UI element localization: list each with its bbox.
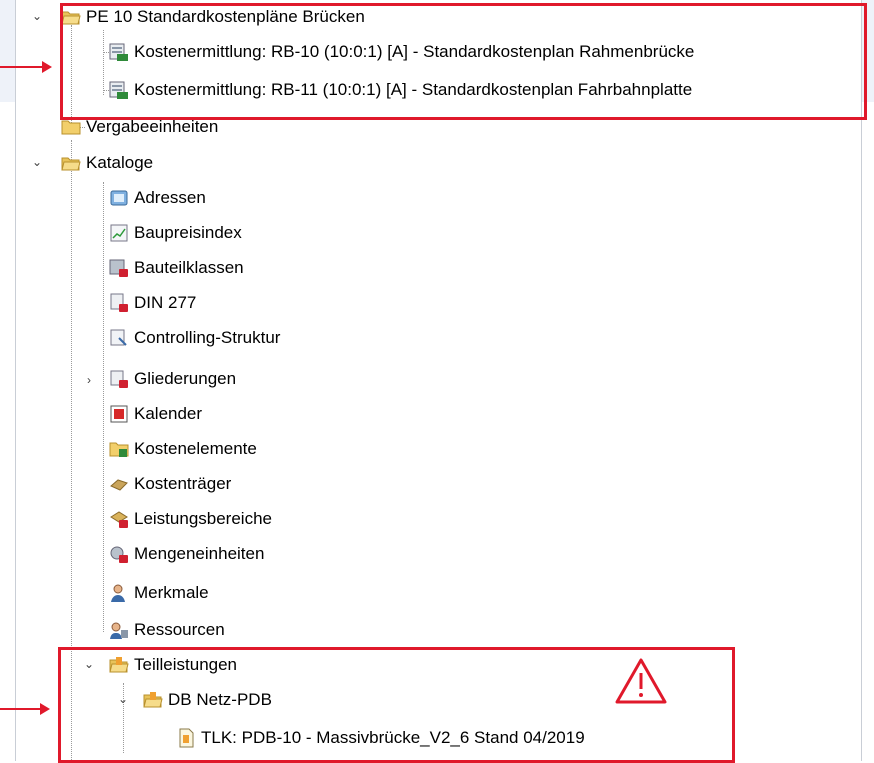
tree-node-kalender[interactable]: Kalender (109, 399, 202, 429)
arrow-top (0, 61, 52, 73)
node-label: Mengeneinheiten (134, 544, 265, 563)
folder-open-icon (61, 7, 81, 27)
tree-node-tlk-pdb-10[interactable]: TLK: PDB-10 - Massivbrücke_V2_6 Stand 04… (176, 723, 585, 753)
node-label: Teilleistungen (134, 655, 238, 674)
tree-node-gliederungen[interactable]: Gliederungen (109, 364, 236, 394)
locked-units-icon (109, 544, 129, 564)
tree-node-adressen[interactable]: Adressen (109, 183, 206, 213)
locked-class-icon (109, 258, 129, 278)
cost-elements-icon (109, 439, 129, 459)
node-label: Merkmale (134, 583, 209, 602)
tree-node-kostenermittlung-rb11[interactable]: Kostenermittlung: RB-11 (10:0:1) [A] - S… (109, 75, 692, 105)
tree-node-bauteilklassen[interactable]: Bauteilklassen (109, 253, 244, 283)
expand-toggle[interactable]: › (82, 373, 96, 387)
tree-node-kostenermittlung-rb10[interactable]: Kostenermittlung: RB-10 (10:0:1) [A] - S… (109, 37, 694, 67)
node-label: Leistungsbereiche (134, 509, 272, 528)
node-label: DB Netz-PDB (168, 690, 272, 709)
folder-open-icon (61, 153, 81, 173)
folder-icon (61, 117, 81, 137)
collapse-toggle[interactable]: ⌄ (82, 657, 96, 671)
tree-line (103, 30, 104, 95)
tree-node-vergabeeinheiten[interactable]: Vergabeeinheiten (61, 112, 218, 142)
node-label: Kostenträger (134, 474, 232, 493)
resources-icon (109, 620, 129, 640)
node-label: Kostenelemente (134, 439, 257, 458)
folder-open-icon (143, 690, 163, 710)
collapse-toggle[interactable]: ⌄ (116, 692, 130, 706)
tree-node-baupreisindex[interactable]: Baupreisindex (109, 218, 242, 248)
tree-node-pe10[interactable]: PE 10 Standardkostenpläne Brücken (61, 2, 365, 32)
tree-panel: ⌄ PE 10 Standardkostenpläne Brücken Kost… (15, 0, 862, 761)
node-label: Controlling-Struktur (134, 328, 281, 347)
tree-node-kataloge[interactable]: Kataloge (61, 148, 153, 178)
document-icon (176, 728, 196, 748)
tree-line (103, 182, 104, 632)
tree-node-controlling-struktur[interactable]: Controlling-Struktur (109, 323, 280, 353)
cost-estimate-icon (109, 80, 129, 100)
tree-node-ressourcen[interactable]: Ressourcen (109, 615, 225, 645)
locked-din-icon (109, 293, 129, 313)
node-label: Ressourcen (134, 620, 225, 639)
tree-node-kostentraeger[interactable]: Kostenträger (109, 469, 231, 499)
arrow-bottom (0, 703, 50, 715)
tree-line (71, 140, 72, 760)
collapse-toggle[interactable]: ⌄ (30, 155, 44, 169)
node-label: Baupreisindex (134, 223, 242, 242)
node-label: Kostenermittlung: RB-10 (10:0:1) [A] - S… (134, 42, 695, 61)
node-label: DIN 277 (134, 293, 197, 312)
node-label: PE 10 Standardkostenpläne Brücken (86, 7, 365, 26)
tree-node-db-netz-pdb[interactable]: DB Netz-PDB (143, 685, 272, 715)
address-book-icon (109, 188, 129, 208)
node-label: Vergabeeinheiten (86, 117, 219, 136)
node-label: Kataloge (86, 153, 154, 172)
cost-estimate-icon (109, 42, 129, 62)
chart-icon (109, 223, 129, 243)
warning-icon (614, 657, 668, 705)
controlling-icon (109, 328, 129, 348)
collapse-toggle[interactable]: ⌄ (30, 9, 44, 23)
node-label: Kostenermittlung: RB-11 (10:0:1) [A] - S… (134, 80, 693, 99)
folder-open-icon (109, 655, 129, 675)
tree-node-kostenelemente[interactable]: Kostenelemente (109, 434, 257, 464)
tree-node-mengeneinheiten[interactable]: Mengeneinheiten (109, 539, 264, 569)
tree-node-din277[interactable]: DIN 277 (109, 288, 196, 318)
person-icon (109, 583, 129, 603)
node-label: Adressen (134, 188, 206, 207)
tree-node-merkmale[interactable]: Merkmale (109, 578, 209, 608)
node-label: Gliederungen (134, 369, 237, 388)
tree-line (71, 25, 72, 125)
tree-node-teilleistungen[interactable]: Teilleistungen (109, 650, 237, 680)
node-label: TLK: PDB-10 - Massivbrücke_V2_6 Stand 04… (201, 728, 585, 747)
tree-node-leistungsbereiche[interactable]: Leistungsbereiche (109, 504, 272, 534)
calendar-icon (109, 404, 129, 424)
node-label: Bauteilklassen (134, 258, 244, 277)
locked-service-icon (109, 509, 129, 529)
locked-structure-icon (109, 369, 129, 389)
node-label: Kalender (134, 404, 203, 423)
cost-carrier-icon (109, 474, 129, 494)
